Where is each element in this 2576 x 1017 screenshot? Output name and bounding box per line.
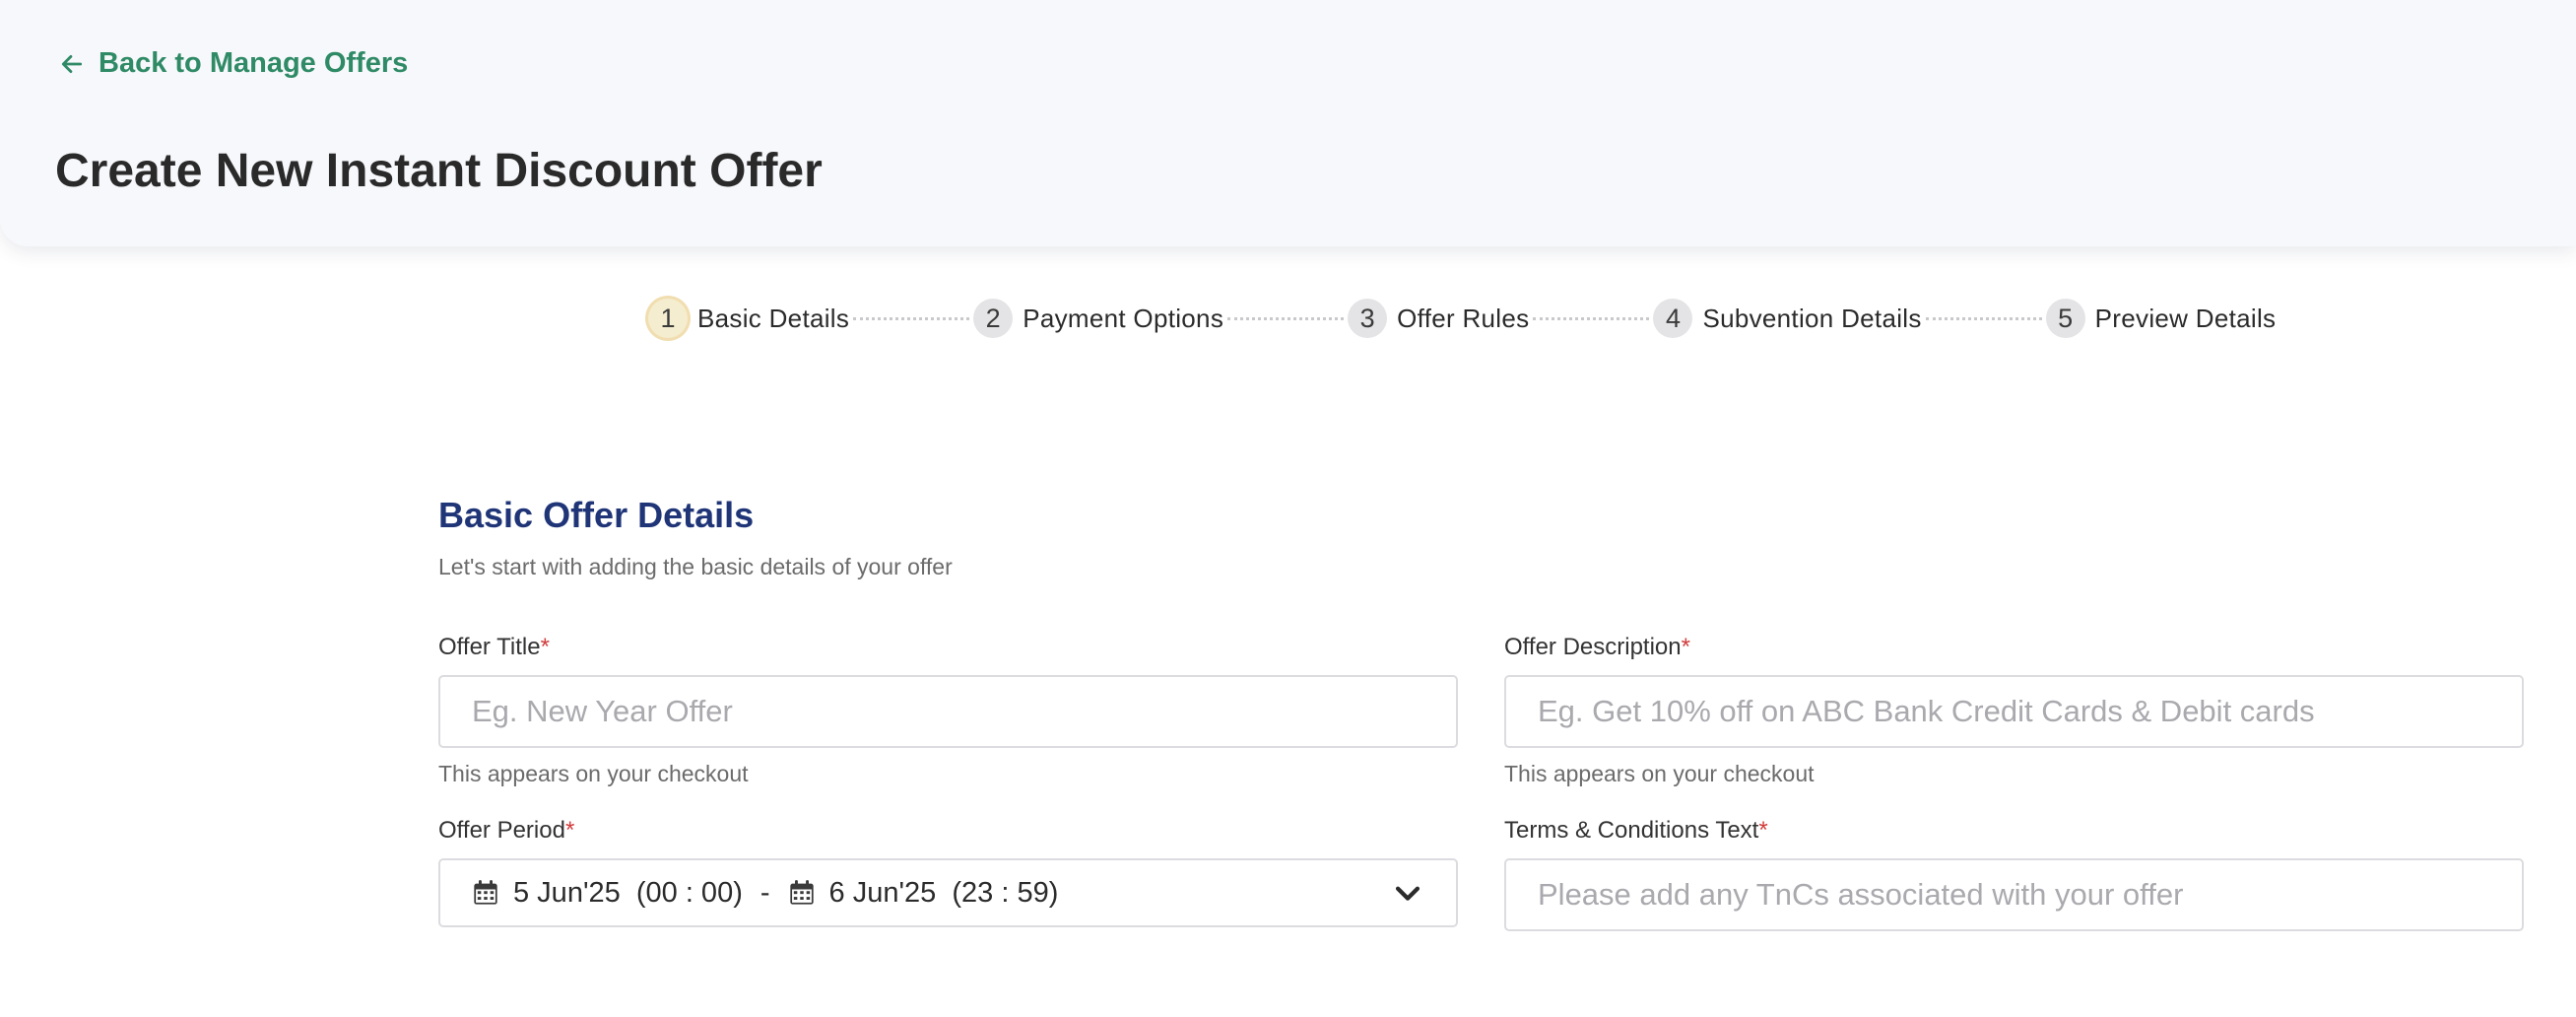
back-to-manage-offers-link[interactable]: Back to Manage Offers (59, 47, 408, 80)
step-subvention-details[interactable]: 4 Subvention Details (1653, 299, 1921, 338)
offer-title-input[interactable] (438, 675, 1458, 748)
page-title: Create New Instant Discount Offer (55, 145, 823, 197)
step-number: 5 (2045, 299, 2085, 338)
step-preview-details[interactable]: 5 Preview Details (2045, 299, 2277, 338)
step-label: Offer Rules (1397, 303, 1530, 333)
progress-stepper: 1 Basic Details 2 Payment Options 3 Offe… (648, 296, 2276, 341)
step-connector (1533, 316, 1650, 320)
required-mark: * (1681, 634, 1690, 660)
step-connector (1227, 316, 1345, 320)
start-date-text: 5 Jun'25 (00 : 00) (513, 876, 743, 909)
calendar-icon (474, 880, 497, 905)
step-number: 1 (648, 299, 688, 338)
terms-input[interactable] (1504, 858, 2524, 931)
step-number: 2 (973, 299, 1014, 338)
offer-title-helper: This appears on your checkout (438, 761, 749, 786)
section-title: Basic Offer Details (438, 495, 755, 535)
offer-start-date[interactable]: 5 Jun'25 (00 : 00) (472, 877, 743, 910)
arrow-left-icon (61, 54, 83, 73)
chevron-down-icon[interactable] (1391, 876, 1424, 910)
step-number: 4 (1653, 299, 1693, 338)
offer-description-input[interactable] (1504, 675, 2524, 748)
offer-end-date[interactable]: 6 Jun'25 (23 : 59) (788, 876, 1059, 910)
back-link-label: Back to Manage Offers (99, 47, 409, 79)
step-label: Basic Details (697, 303, 850, 333)
step-number: 3 (1348, 299, 1388, 338)
step-connector (853, 316, 970, 320)
step-basic-details[interactable]: 1 Basic Details (648, 299, 849, 338)
offer-description-label: Offer Description* (1504, 634, 1690, 661)
step-payment-options[interactable]: 2 Payment Options (973, 299, 1223, 338)
page-header: Back to Manage Offers Create New Instant… (0, 0, 2576, 246)
terms-label: Terms & Conditions Text* (1504, 817, 1768, 845)
end-date-text: 6 Jun'25 (23 : 59) (828, 876, 1059, 909)
offer-period-label: Offer Period* (438, 817, 574, 845)
label-text: Offer Period (438, 817, 565, 844)
calendar-icon (789, 880, 814, 905)
offer-period-picker[interactable]: 5 Jun'25 (00 : 00) - 6 Jun'25 (23 : 59) (438, 858, 1458, 927)
required-mark: * (540, 634, 550, 660)
date-separator: - (760, 876, 770, 909)
offer-description-helper: This appears on your checkout (1504, 761, 1815, 786)
label-text: Offer Title (438, 634, 541, 660)
step-offer-rules[interactable]: 3 Offer Rules (1348, 299, 1529, 338)
required-mark: * (1758, 817, 1768, 844)
step-label: Payment Options (1023, 303, 1224, 333)
step-label: Subvention Details (1702, 303, 1922, 333)
step-connector (1925, 316, 2042, 320)
required-mark: * (564, 817, 575, 844)
section-subtitle: Let's start with adding the basic detail… (438, 554, 953, 579)
label-text: Terms & Conditions Text (1504, 817, 1759, 844)
label-text: Offer Description (1504, 634, 1682, 660)
step-label: Preview Details (2094, 303, 2277, 333)
offer-title-label: Offer Title* (438, 634, 550, 661)
